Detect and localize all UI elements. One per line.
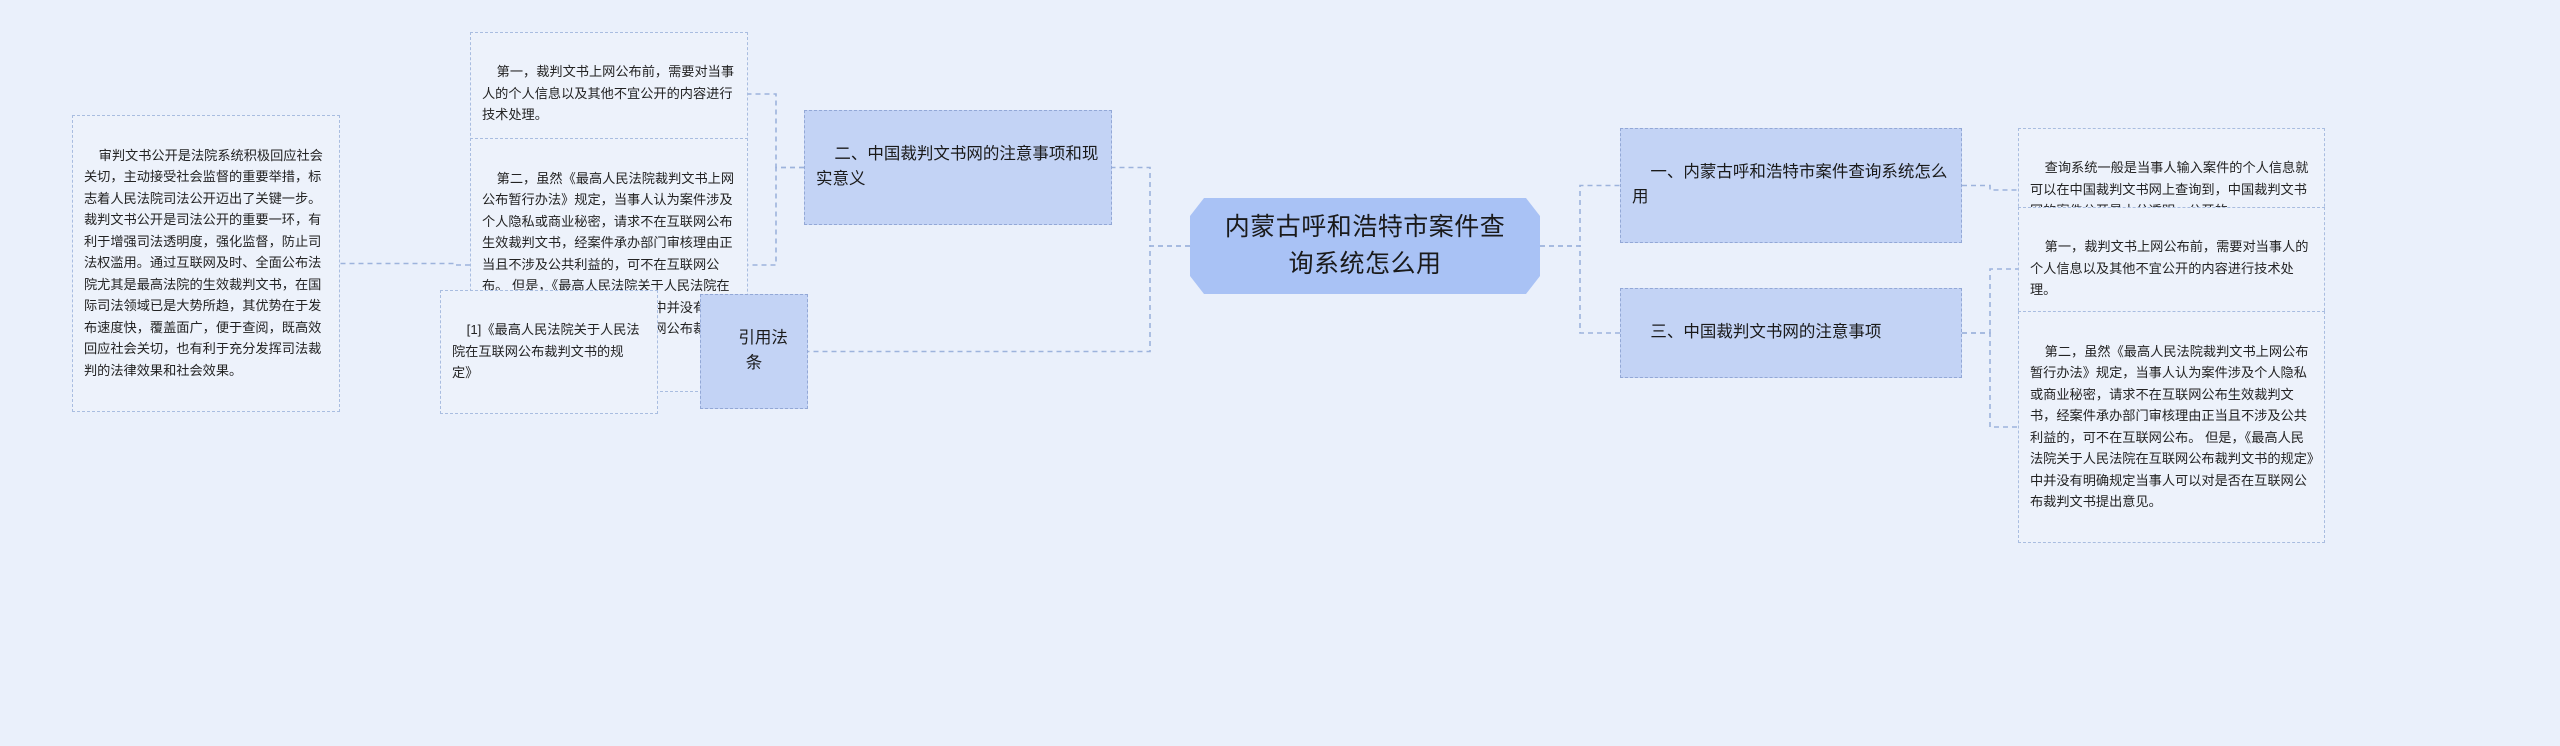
topic-node-1-label: 一、内蒙古呼和浩特市案件查询系统怎么用: [1632, 163, 1948, 206]
edge-root-topic3: [1540, 245, 1620, 334]
topic-node-3-label: 三、中国裁判文书网的注意事项: [1650, 323, 1882, 342]
edge-root-topic1: [1540, 184, 1620, 247]
edge-topic3-leaf1: [1962, 268, 2018, 334]
edge-topic2-leaf1: [748, 93, 804, 169]
edge-root-topic2: [1112, 166, 1190, 247]
mindmap-canvas: 内蒙古呼和浩特市案件查询系统怎么用 一、内蒙古呼和浩特市案件查询系统怎么用 查询…: [0, 0, 2560, 746]
leaf-node-citation[interactable]: [1]《最高人民法院关于人民法院在互联网公布裁判文书的规定》: [440, 290, 658, 414]
edge-topic3-leaf2: [1962, 332, 2018, 428]
topic-node-1[interactable]: 一、内蒙古呼和浩特市案件查询系统怎么用: [1620, 128, 1962, 243]
leaf-node-l1-text: 第一，裁判文书上网公布前，需要对当事人的个人信息以及其他不宜公开的内容进行技术处…: [482, 64, 735, 123]
edge-root-topic-cite: [808, 245, 1190, 353]
leaf-node-r2-text: 第一，裁判文书上网公布前，需要对当事人的个人信息以及其他不宜公开的内容进行技术处…: [2030, 239, 2309, 298]
edge-topic2-leaf2: [748, 166, 804, 266]
leaf-node-l2-text: 审判文书公开是法院系统积极回应社会关切，主动接受社会监督的重要举措，标志着人民法…: [84, 147, 323, 378]
topic-node-2[interactable]: 二、中国裁判文书网的注意事项和现实意义: [804, 110, 1112, 225]
topic-node-3[interactable]: 三、中国裁判文书网的注意事项: [1620, 288, 1962, 379]
leaf-node-r3-text: 第二，虽然《最高人民法院裁判文书上网公布暂行办法》规定，当事人认为案件涉及个人隐…: [2030, 343, 2314, 510]
topic-node-citation[interactable]: 引用法条: [700, 294, 808, 409]
leaf-node-r3[interactable]: 第二，虽然《最高人民法院裁判文书上网公布暂行办法》规定，当事人认为案件涉及个人隐…: [2018, 311, 2325, 544]
root-node-label: 内蒙古呼和浩特市案件查询系统怎么用: [1224, 213, 1506, 278]
leaf-node-l2[interactable]: 审判文书公开是法院系统积极回应社会关切，主动接受社会监督的重要举措，标志着人民法…: [72, 115, 340, 412]
topic-node-2-label: 二、中国裁判文书网的注意事项和现实意义: [816, 145, 1099, 188]
root-node[interactable]: 内蒙古呼和浩特市案件查询系统怎么用: [1190, 198, 1540, 294]
edge-topic1-leaf: [1962, 184, 2018, 191]
edge-leaf-paragraph: [340, 262, 470, 266]
topic-node-citation-label: 引用法条: [738, 329, 788, 372]
leaf-node-citation-text: [1]《最高人民法院关于人民法院在互联网公布裁判文书的规定》: [452, 322, 640, 381]
